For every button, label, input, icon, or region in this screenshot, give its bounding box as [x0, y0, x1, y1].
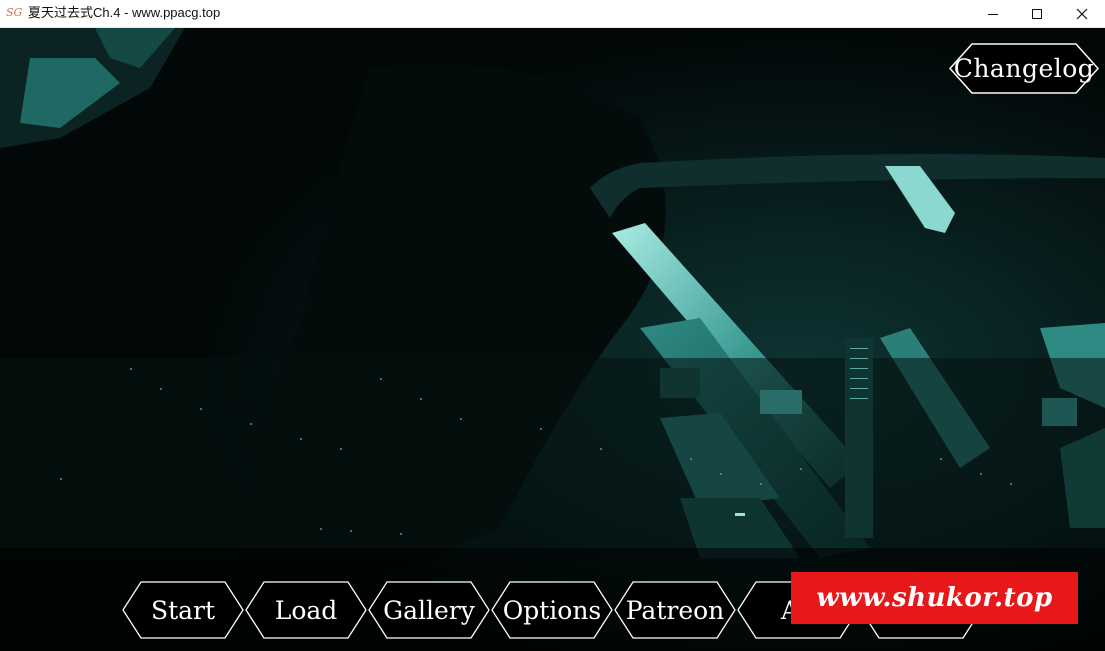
watermark-text: www.shukor.top [816, 583, 1053, 613]
minimize-icon [988, 13, 998, 15]
window-title: 夏天过去式Ch.4 - www.ppacg.top [28, 5, 221, 20]
gallery-label: Gallery [383, 595, 475, 625]
changelog-button[interactable]: Changelog [948, 42, 1100, 95]
app-icon: SG [6, 6, 23, 19]
maximize-icon [1032, 8, 1042, 19]
options-label: Options [502, 595, 602, 625]
background-artwork [0, 28, 1105, 651]
patreon-button[interactable]: Patreon [613, 580, 737, 640]
load-button[interactable]: Load [244, 580, 368, 640]
close-icon [1076, 8, 1088, 19]
gallery-button[interactable]: Gallery [367, 580, 491, 640]
start-label: Start [150, 595, 216, 625]
maximize-button[interactable] [1014, 0, 1060, 27]
minimize-button[interactable] [970, 0, 1016, 27]
watermark-banner: www.shukor.top [791, 572, 1078, 624]
window-titlebar: SG 夏天过去式Ch.4 - www.ppacg.top [0, 0, 1105, 28]
close-button[interactable] [1059, 0, 1105, 27]
options-button[interactable]: Options [490, 580, 614, 640]
load-label: Load [274, 595, 338, 625]
changelog-label: Changelog [953, 54, 1095, 83]
game-background-scene [0, 28, 1105, 651]
start-button[interactable]: Start [121, 580, 245, 640]
patreon-label: Patreon [625, 595, 725, 625]
